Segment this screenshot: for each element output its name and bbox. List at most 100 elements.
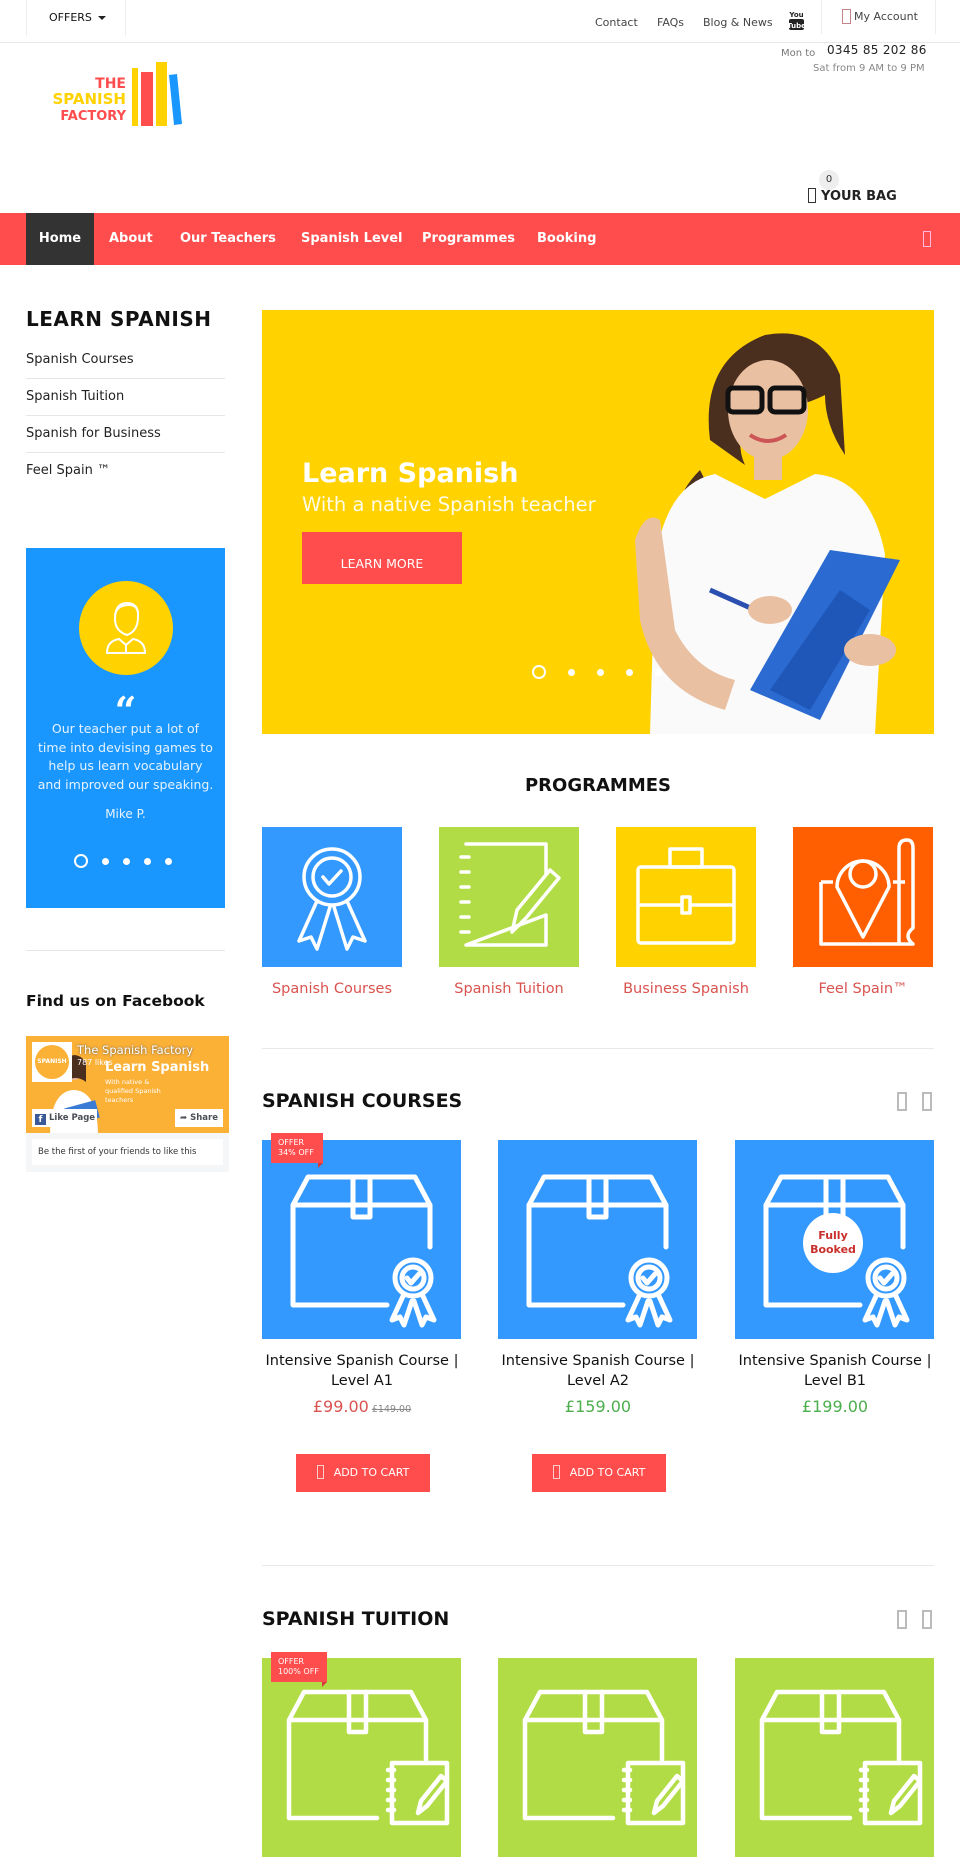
- tuition-prev-arrow-icon[interactable]: [897, 1610, 907, 1629]
- like-label: Like Page: [49, 1113, 96, 1123]
- box-award-icon: [290, 1174, 437, 1328]
- logo-spanish: SPANISH: [52, 90, 126, 108]
- bag-count-badge: 0: [819, 170, 839, 190]
- hero-dot-3[interactable]: [597, 668, 604, 676]
- nav-booking[interactable]: Booking: [537, 213, 596, 265]
- testimonial-dot-3[interactable]: [123, 857, 130, 865]
- tuition-next-arrow-icon[interactable]: [922, 1610, 932, 1629]
- testimonial-dot-5[interactable]: [165, 857, 172, 865]
- box-notebook-icon: [286, 1689, 450, 1826]
- facebook-like-button[interactable]: f Like Page: [32, 1109, 97, 1127]
- offer-badge: OFFER 100% OFF: [271, 1652, 327, 1687]
- nav-home[interactable]: Home: [26, 213, 94, 265]
- facebook-cover-heading: Learn Spanish: [105, 1060, 210, 1075]
- cart-icon: [552, 1465, 560, 1479]
- my-account-link[interactable]: My Account: [821, 0, 936, 34]
- nav-programmes[interactable]: Programmes: [422, 213, 515, 265]
- programme-label-feel-spain[interactable]: Feel Spain™: [778, 981, 948, 997]
- top-bar: OFFERS Contact FAQs Blog & News You Tube…: [0, 0, 960, 43]
- facebook-share-button[interactable]: ➦ Share: [175, 1109, 223, 1127]
- share-arrow-icon: ➦: [180, 1113, 191, 1123]
- product-image-a1[interactable]: [262, 1140, 461, 1339]
- hero-slider: Learn Spanish With a native Spanish teac…: [262, 310, 934, 734]
- learn-more-button[interactable]: LEARN MORE: [302, 532, 462, 584]
- product-name-a2[interactable]: Intensive Spanish Course | Level A2: [493, 1352, 703, 1391]
- product-price-b1: £199.00: [801, 1397, 869, 1416]
- nav-our-teachers[interactable]: Our Teachers: [180, 213, 276, 265]
- discount-label: 100% OFF: [278, 1667, 319, 1676]
- facebook-title: Find us on Facebook: [26, 992, 205, 1010]
- sidebar-title: LEARN SPANISH: [26, 307, 212, 331]
- sidebar-item-spanish-tuition[interactable]: Spanish Tuition: [26, 379, 225, 416]
- testimonial-dot-2[interactable]: [102, 857, 109, 865]
- programme-label-business-spanish[interactable]: Business Spanish: [601, 981, 771, 997]
- site-logo[interactable]: THE SPANISH FACTORY: [28, 60, 188, 130]
- user-icon: [842, 9, 851, 24]
- notebook-pencil-icon: [459, 842, 561, 947]
- add-to-cart-label: ADD TO CART: [569, 1466, 646, 1479]
- blog-news-link[interactable]: Blog & News: [703, 16, 773, 29]
- programme-tile-spanish-tuition[interactable]: [439, 827, 579, 967]
- logo-book-yellow-tall: [156, 62, 167, 126]
- add-to-cart-button-a1[interactable]: ADD TO CART: [296, 1454, 430, 1492]
- svg-text:Tube: Tube: [788, 22, 805, 30]
- facebook-page-name[interactable]: The Spanish Factory: [77, 1043, 193, 1057]
- sale-price: £99.00: [312, 1397, 369, 1416]
- product-name-a1[interactable]: Intensive Spanish Course | Level A1: [257, 1352, 467, 1391]
- programme-tile-business-spanish[interactable]: [616, 827, 756, 967]
- svg-text:You: You: [788, 11, 803, 19]
- box-award-icon: [526, 1174, 673, 1328]
- offers-dropdown[interactable]: OFFERS: [26, 0, 126, 36]
- sidebar-item-feel-spain[interactable]: Feel Spain ™: [26, 453, 225, 490]
- facebook-page-logo: SPANISH: [32, 1042, 72, 1082]
- testimonial-dot-1[interactable]: [74, 854, 88, 868]
- hero-heading: Learn Spanish: [302, 458, 519, 489]
- sidebar-item-spanish-courses[interactable]: Spanish Courses: [26, 342, 225, 379]
- offer-label: OFFER: [278, 1657, 305, 1666]
- your-bag-button[interactable]: YOUR BAG: [808, 188, 897, 204]
- briefcase-icon: [636, 847, 736, 945]
- add-to-cart-label: ADD TO CART: [333, 1466, 410, 1479]
- contact-link[interactable]: Contact: [595, 16, 638, 29]
- hero-dot-1[interactable]: [532, 665, 546, 679]
- sidebar-divider: [26, 950, 225, 951]
- share-label: Share: [190, 1113, 218, 1123]
- product-name-b1[interactable]: Intensive Spanish Course | Level B1: [730, 1352, 940, 1391]
- tuition-product-image-2[interactable]: [498, 1658, 697, 1857]
- hero-dot-4[interactable]: [626, 668, 633, 676]
- tuition-product-image-1[interactable]: [262, 1658, 461, 1857]
- testimonial-pagination: [74, 854, 172, 868]
- programme-tile-spanish-courses[interactable]: [262, 827, 402, 967]
- facebook-widget: SPANISH The Spanish Factory 787 likes Le…: [26, 1036, 229, 1172]
- add-to-cart-button-a2[interactable]: ADD TO CART: [532, 1454, 666, 1492]
- hero-dot-5[interactable]: [655, 668, 662, 676]
- box-notebook-icon: [759, 1689, 923, 1826]
- testimonial-text: Our teacher put a lot of time into devis…: [37, 721, 214, 792]
- product-image-a2[interactable]: [498, 1140, 697, 1339]
- logo-book-blue: [169, 74, 182, 125]
- courses-next-arrow-icon[interactable]: [922, 1092, 932, 1111]
- tuition-product-image-3[interactable]: [735, 1658, 934, 1857]
- offers-label: OFFERS: [49, 11, 92, 24]
- section-divider: [262, 1048, 934, 1049]
- search-icon[interactable]: [923, 231, 931, 247]
- facebook-cover[interactable]: SPANISH The Spanish Factory 787 likes Le…: [26, 1036, 229, 1133]
- spanish-tuition-title: SPANISH TUITION: [262, 1608, 450, 1630]
- hero-pagination: [532, 665, 662, 679]
- nav-spanish-level[interactable]: Spanish Level: [301, 213, 403, 265]
- spanish-courses-title: SPANISH COURSES: [262, 1090, 463, 1112]
- courses-prev-arrow-icon[interactable]: [897, 1092, 907, 1111]
- faqs-link[interactable]: FAQs: [657, 16, 684, 29]
- programme-label-spanish-tuition[interactable]: Spanish Tuition: [424, 981, 594, 997]
- programme-label-spanish-courses[interactable]: Spanish Courses: [247, 981, 417, 997]
- hero-dot-2[interactable]: [568, 668, 575, 676]
- nav-about[interactable]: About: [109, 213, 153, 265]
- programme-tile-feel-spain[interactable]: [793, 827, 933, 967]
- youtube-icon[interactable]: You Tube: [788, 9, 805, 31]
- offer-label: OFFER: [278, 1138, 305, 1147]
- award-ribbon-icon: [297, 847, 367, 951]
- testimonial-dot-4[interactable]: [144, 857, 151, 865]
- offer-badge: OFFER 34% OFF: [271, 1133, 323, 1168]
- sidebar-item-spanish-for-business[interactable]: Spanish for Business: [26, 416, 225, 453]
- hero-subheading: With a native Spanish teacher: [302, 493, 596, 516]
